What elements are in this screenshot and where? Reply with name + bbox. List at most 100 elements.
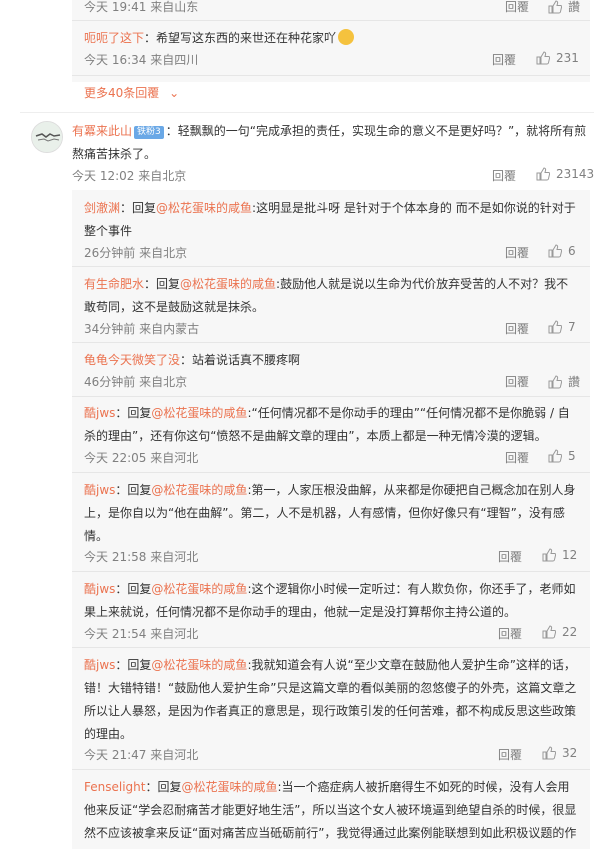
thumbs-up-icon [536,167,550,181]
like-count: 讚 [568,375,581,389]
comment-body: ：希望写这东西的来世还在种花家吖 [144,31,337,45]
comment-meta: 今天 22:05 来自河北 [84,451,199,465]
comment-username[interactable]: 有冪来此山 [72,124,132,138]
comment-username[interactable]: 酷jws [84,483,115,497]
avatar[interactable] [31,121,63,153]
reply-button[interactable]: 回覆 [505,320,529,337]
reply-prefix: ：回复 [145,780,182,794]
reply-prefix: ：回复 [120,201,157,215]
mention-link[interactable]: @松花蛋味的咸鱼 [151,483,247,497]
comment-username[interactable]: 酷jws [84,658,115,672]
comment-meta: 今天 19:41 来自山东 [84,0,199,14]
mention-link[interactable]: @松花蛋味的咸鱼 [151,406,247,420]
reply-text: 酷jws：回复@松花蛋味的咸鱼:第一，人家压根没曲解，从来都是你硬把自己概念加在… [84,479,580,548]
reply-text: 酷jws：回复@松花蛋味的咸鱼:我就知道会有人说“至少文章在鼓励他人爱护生命”这… [84,654,580,746]
comment-username[interactable]: 酷jws [84,406,115,420]
comment-username[interactable]: 剑澈渊 [84,201,120,215]
comment-meta: 46分钟前 来自北京 [84,375,188,389]
like-button[interactable]: 7 [548,320,576,334]
thumbs-up-icon [548,449,562,463]
thumbs-up-icon [542,548,556,562]
comment-meta: 今天 21:54 来自河北 [84,627,199,641]
divider [72,20,590,21]
mention-link[interactable]: @松花蛋味的咸鱼 [181,780,277,794]
divider [72,647,590,648]
like-count: 231 [556,51,579,65]
divider [72,571,590,572]
comment-meta: 今天 12:02 来自北京 [72,169,187,183]
chevron-down-icon: ⌄ [169,86,180,100]
reply-button[interactable]: 回覆 [492,51,516,68]
divider [72,396,590,397]
like-button[interactable]: 5 [548,449,576,463]
emoji-icon [338,29,355,45]
like-count: 讚 [568,0,581,14]
like-button[interactable]: 12 [542,548,577,562]
reply-button[interactable]: 回覆 [498,746,522,763]
reply-text: 酷jws：回复@松花蛋味的咸鱼:这个逻辑你小时候一定听过：有人欺负你，你还手了，… [84,578,580,624]
divider [72,342,590,343]
reply-text: 剑澈渊：回复@松花蛋味的咸鱼:这明显是批斗呀 是针对于个体本身的 而不是如你说的… [84,197,580,243]
reply-button[interactable]: 回覆 [505,373,529,390]
like-button[interactable]: 讚 [548,0,580,15]
reply-prefix: ：回复 [115,483,152,497]
mention-link[interactable]: @松花蛋味的咸鱼 [151,658,247,672]
reply-prefix: ：回复 [115,406,152,420]
reply-button[interactable]: 回覆 [505,0,529,15]
avatar-image [32,122,62,152]
like-count: 5 [568,449,576,463]
comment-username[interactable]: 呃呃了这下 [84,31,144,45]
reply-text: Fenselight：回复@松花蛋味的咸鱼:当一个癌症病人被折磨得生不如死的时候… [84,776,580,849]
more-replies-label: 更多40条回覆 [84,86,160,100]
like-count: 6 [568,244,576,258]
comment-username[interactable]: Fenselight [84,780,145,794]
divider [72,769,590,770]
like-button[interactable]: 6 [548,244,576,258]
reply-button[interactable]: 回覆 [505,244,529,261]
mention-link[interactable]: @松花蛋味的咸鱼 [156,201,252,215]
reply-button[interactable]: 回覆 [498,625,522,642]
like-button[interactable]: 32 [542,746,577,760]
thumbs-up-icon [542,625,556,639]
comment-body: ：站着说话真不腰疼啊 [180,353,301,367]
like-count: 32 [562,746,578,760]
divider [20,112,594,113]
like-count: 12 [562,548,578,562]
main-comment-text: 有冪来此山 铁粉3 ：轻飘飘的一句“完成承担的责任，实现生命的意义不是更好吗？”，就… [72,120,592,166]
divider [72,472,590,473]
more-replies-link[interactable]: 更多40条回覆 ⌄ [84,84,179,101]
like-count: 23143 [556,167,595,181]
thumbs-up-icon [548,320,562,334]
reply-button[interactable]: 回覆 [492,167,516,184]
comment-meta: 今天 21:58 来自河北 [84,550,199,564]
comment-username[interactable]: 有生命肥水 [84,277,144,291]
thumbs-up-icon [536,51,550,65]
like-button[interactable]: 22 [542,625,577,639]
reply-prefix: ：回复 [115,582,152,596]
thumbs-up-icon [548,244,562,258]
reply-prefix: ：回复 [115,658,152,672]
thumbs-up-icon [548,0,562,13]
like-button[interactable]: 23143 [536,167,594,181]
mention-link[interactable]: @松花蛋味的咸鱼 [180,277,276,291]
like-count: 7 [568,320,576,334]
reply-text: 有生命肥水：回复@松花蛋味的咸鱼:鼓励他人就是说以生命为代价放弃受苦的人不对？我… [84,273,580,319]
divider [72,75,590,76]
comment-username[interactable]: 酷jws [84,582,115,596]
reply-button[interactable]: 回覆 [498,548,522,565]
reply-text: 龟龟今天微笑了没：站着说话真不腰疼啊 [84,349,580,372]
like-button[interactable]: 讚 [548,373,580,390]
like-button[interactable]: 231 [536,51,579,65]
reply-text: 酷jws：回复@松花蛋味的咸鱼:“任何情况都不是你动手的理由”“任何情况都不是你… [84,402,580,448]
like-count: 22 [562,625,578,639]
comment-meta: 34分钟前 来自内蒙古 [84,322,200,336]
thumbs-up-icon [548,374,562,388]
mention-link[interactable]: @松花蛋味的咸鱼 [151,582,247,596]
comment-username[interactable]: 龟龟今天微笑了没 [84,353,180,367]
divider [72,266,590,267]
comment-meta: 26分钟前 来自北京 [84,246,188,260]
comment-meta: 今天 16:34 来自四川 [84,53,199,67]
sub-comment-text: 呃呃了这下：希望写这东西的来世还在种花家吖 [84,27,580,50]
fan-badge: 铁粉3 [134,126,164,139]
reply-button[interactable]: 回覆 [505,449,529,466]
